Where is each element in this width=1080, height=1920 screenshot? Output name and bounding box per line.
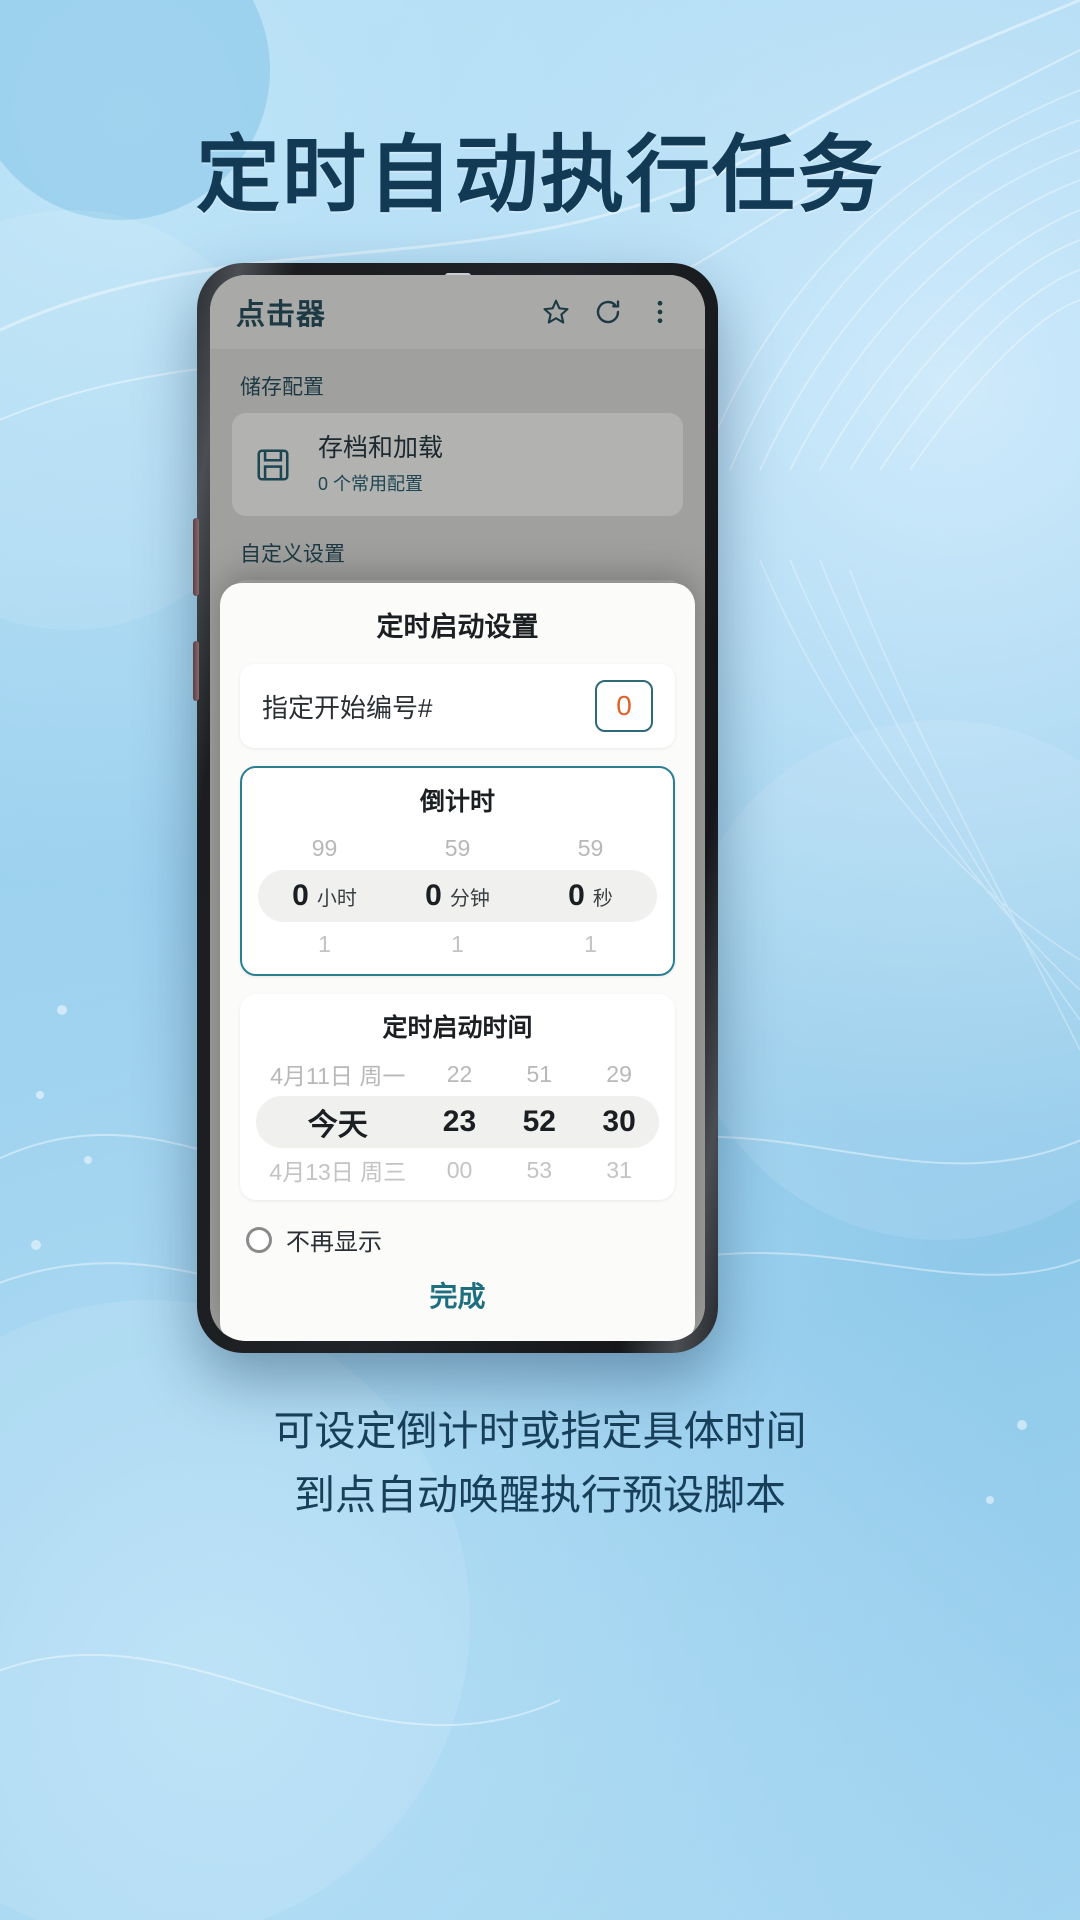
- start-time-date-below: 4月13日 周三: [256, 1153, 420, 1187]
- more-vertical-icon[interactable]: [637, 289, 683, 335]
- countdown-picker[interactable]: 倒计时 99 59 59 0 小时 0 分钟 0 秒 1 1 1: [240, 766, 675, 976]
- countdown-wheel[interactable]: 99 59 59 0 小时 0 分钟 0 秒 1 1 1: [258, 828, 657, 964]
- value: 4月13日 周三: [269, 1159, 407, 1185]
- list-item-text: 存档和加载 0 个常用配置: [318, 433, 443, 496]
- value: 0: [425, 879, 442, 912]
- start-time-title: 定时启动时间: [382, 1014, 533, 1042]
- unit: 秒: [592, 888, 613, 910]
- countdown-seconds-selected: 0 秒: [524, 879, 657, 913]
- countdown-minutes-above: 59: [391, 835, 524, 862]
- countdown-row-below[interactable]: 1 1 1: [258, 924, 657, 964]
- unit: 分钟: [449, 888, 490, 910]
- value: 59: [577, 834, 604, 861]
- countdown-hours-selected: 0 小时: [258, 879, 391, 913]
- countdown-minutes-selected: 0 分钟: [391, 879, 524, 913]
- countdown-hours-below: 1: [258, 931, 391, 958]
- list-item-subtitle: 0 个常用配置: [318, 474, 424, 495]
- start-time-row-below[interactable]: 4月13日 周三 00 53 31: [256, 1150, 659, 1190]
- section-label-custom: 自定义设置: [240, 543, 345, 567]
- value: 99: [311, 834, 338, 861]
- value: 30: [602, 1105, 636, 1138]
- caption-line-1: 可设定倒计时或指定具体时间: [273, 1408, 807, 1454]
- value: 53: [526, 1156, 553, 1183]
- volume-button[interactable]: [193, 518, 199, 596]
- start-time-picker[interactable]: 定时启动时间 4月11日 周一 22 51 29 今天 23 52 30 4月1…: [240, 994, 675, 1200]
- app-title: 点击器: [236, 299, 327, 331]
- list-item-title: 存档和加载: [318, 434, 444, 462]
- value: 1: [584, 930, 597, 957]
- start-time-hour-below: 00: [420, 1157, 500, 1184]
- value: 4月11日 周一: [270, 1063, 406, 1089]
- start-time-wheel[interactable]: 4月11日 周一 22 51 29 今天 23 52 30 4月13日 周三 0…: [256, 1054, 659, 1190]
- countdown-title: 倒计时: [419, 788, 495, 816]
- dialog-title: 定时启动设置: [376, 612, 539, 642]
- countdown-seconds-above: 59: [524, 835, 657, 862]
- countdown-row-above[interactable]: 99 59 59: [258, 828, 657, 868]
- start-time-hour-above: 22: [420, 1061, 500, 1088]
- start-time-hour-selected: 23: [420, 1105, 500, 1139]
- countdown-minutes-below: 1: [391, 931, 524, 958]
- start-number-input[interactable]: 0: [595, 680, 653, 732]
- phone-screen: 点击器 储存配置 存档和加载 0 个常用配置 自定义设置 定时启动设置 指定开始…: [210, 275, 705, 1341]
- start-time-minute-above: 51: [499, 1061, 579, 1088]
- list-item-save-load[interactable]: 存档和加载 0 个常用配置: [232, 413, 683, 517]
- value: 22: [446, 1060, 473, 1087]
- countdown-row-selected[interactable]: 0 小时 0 分钟 0 秒: [258, 870, 657, 922]
- star-icon[interactable]: [533, 289, 579, 335]
- radio-icon[interactable]: [246, 1226, 272, 1253]
- value: 59: [444, 834, 471, 861]
- start-time-minute-selected: 52: [499, 1105, 579, 1139]
- phone-mockup: 点击器 储存配置 存档和加载 0 个常用配置 自定义设置 定时启动设置 指定开始…: [193, 263, 718, 1353]
- start-time-second-above: 29: [579, 1061, 659, 1088]
- value: 0: [292, 879, 309, 912]
- value: 29: [606, 1060, 632, 1087]
- value: 23: [442, 1105, 477, 1138]
- start-time-date-selected: 今天: [256, 1100, 420, 1144]
- countdown-seconds-below: 1: [524, 931, 657, 958]
- unit: 小时: [316, 888, 357, 910]
- page-title: 定时自动执行任务: [195, 128, 884, 222]
- value: 31: [606, 1156, 632, 1183]
- start-time-minute-below: 53: [499, 1157, 579, 1184]
- value: 今天: [307, 1109, 368, 1142]
- app-bar: 点击器: [210, 275, 705, 349]
- value: 51: [526, 1060, 553, 1087]
- value: 52: [522, 1105, 556, 1138]
- start-time-date-above: 4月11日 周一: [256, 1057, 420, 1091]
- start-time-row-selected[interactable]: 今天 23 52 30: [256, 1096, 659, 1148]
- start-time-second-selected: 30: [579, 1105, 659, 1139]
- refresh-icon[interactable]: [585, 289, 631, 335]
- value: 1: [451, 930, 464, 957]
- dont-show-again-label: 不再显示: [286, 1229, 382, 1256]
- countdown-hours-above: 99: [258, 835, 391, 862]
- caption-line-2: 到点自动唤醒执行预设脚本: [294, 1471, 786, 1518]
- start-time-row-above[interactable]: 4月11日 周一 22 51 29: [256, 1054, 659, 1094]
- power-button[interactable]: [193, 641, 199, 701]
- start-number-label: 指定开始编号#: [262, 692, 433, 723]
- footer-caption: 可设定倒计时或指定具体时间 到点自动唤醒执行预设脚本: [0, 1400, 1080, 1527]
- value: 0: [568, 879, 585, 912]
- start-time-second-below: 31: [579, 1157, 659, 1184]
- dont-show-again-row[interactable]: 不再显示: [240, 1218, 675, 1257]
- start-number-row[interactable]: 指定开始编号# 0: [240, 664, 675, 748]
- value: 00: [446, 1156, 473, 1183]
- done-button[interactable]: 完成: [240, 1257, 675, 1323]
- value: 1: [318, 930, 331, 957]
- section-label-storage: 储存配置: [240, 376, 324, 399]
- timer-settings-dialog: 定时启动设置 指定开始编号# 0 倒计时 99 59 59 0 小时 0 分钟 …: [220, 583, 695, 1341]
- save-disk-icon: [250, 442, 296, 488]
